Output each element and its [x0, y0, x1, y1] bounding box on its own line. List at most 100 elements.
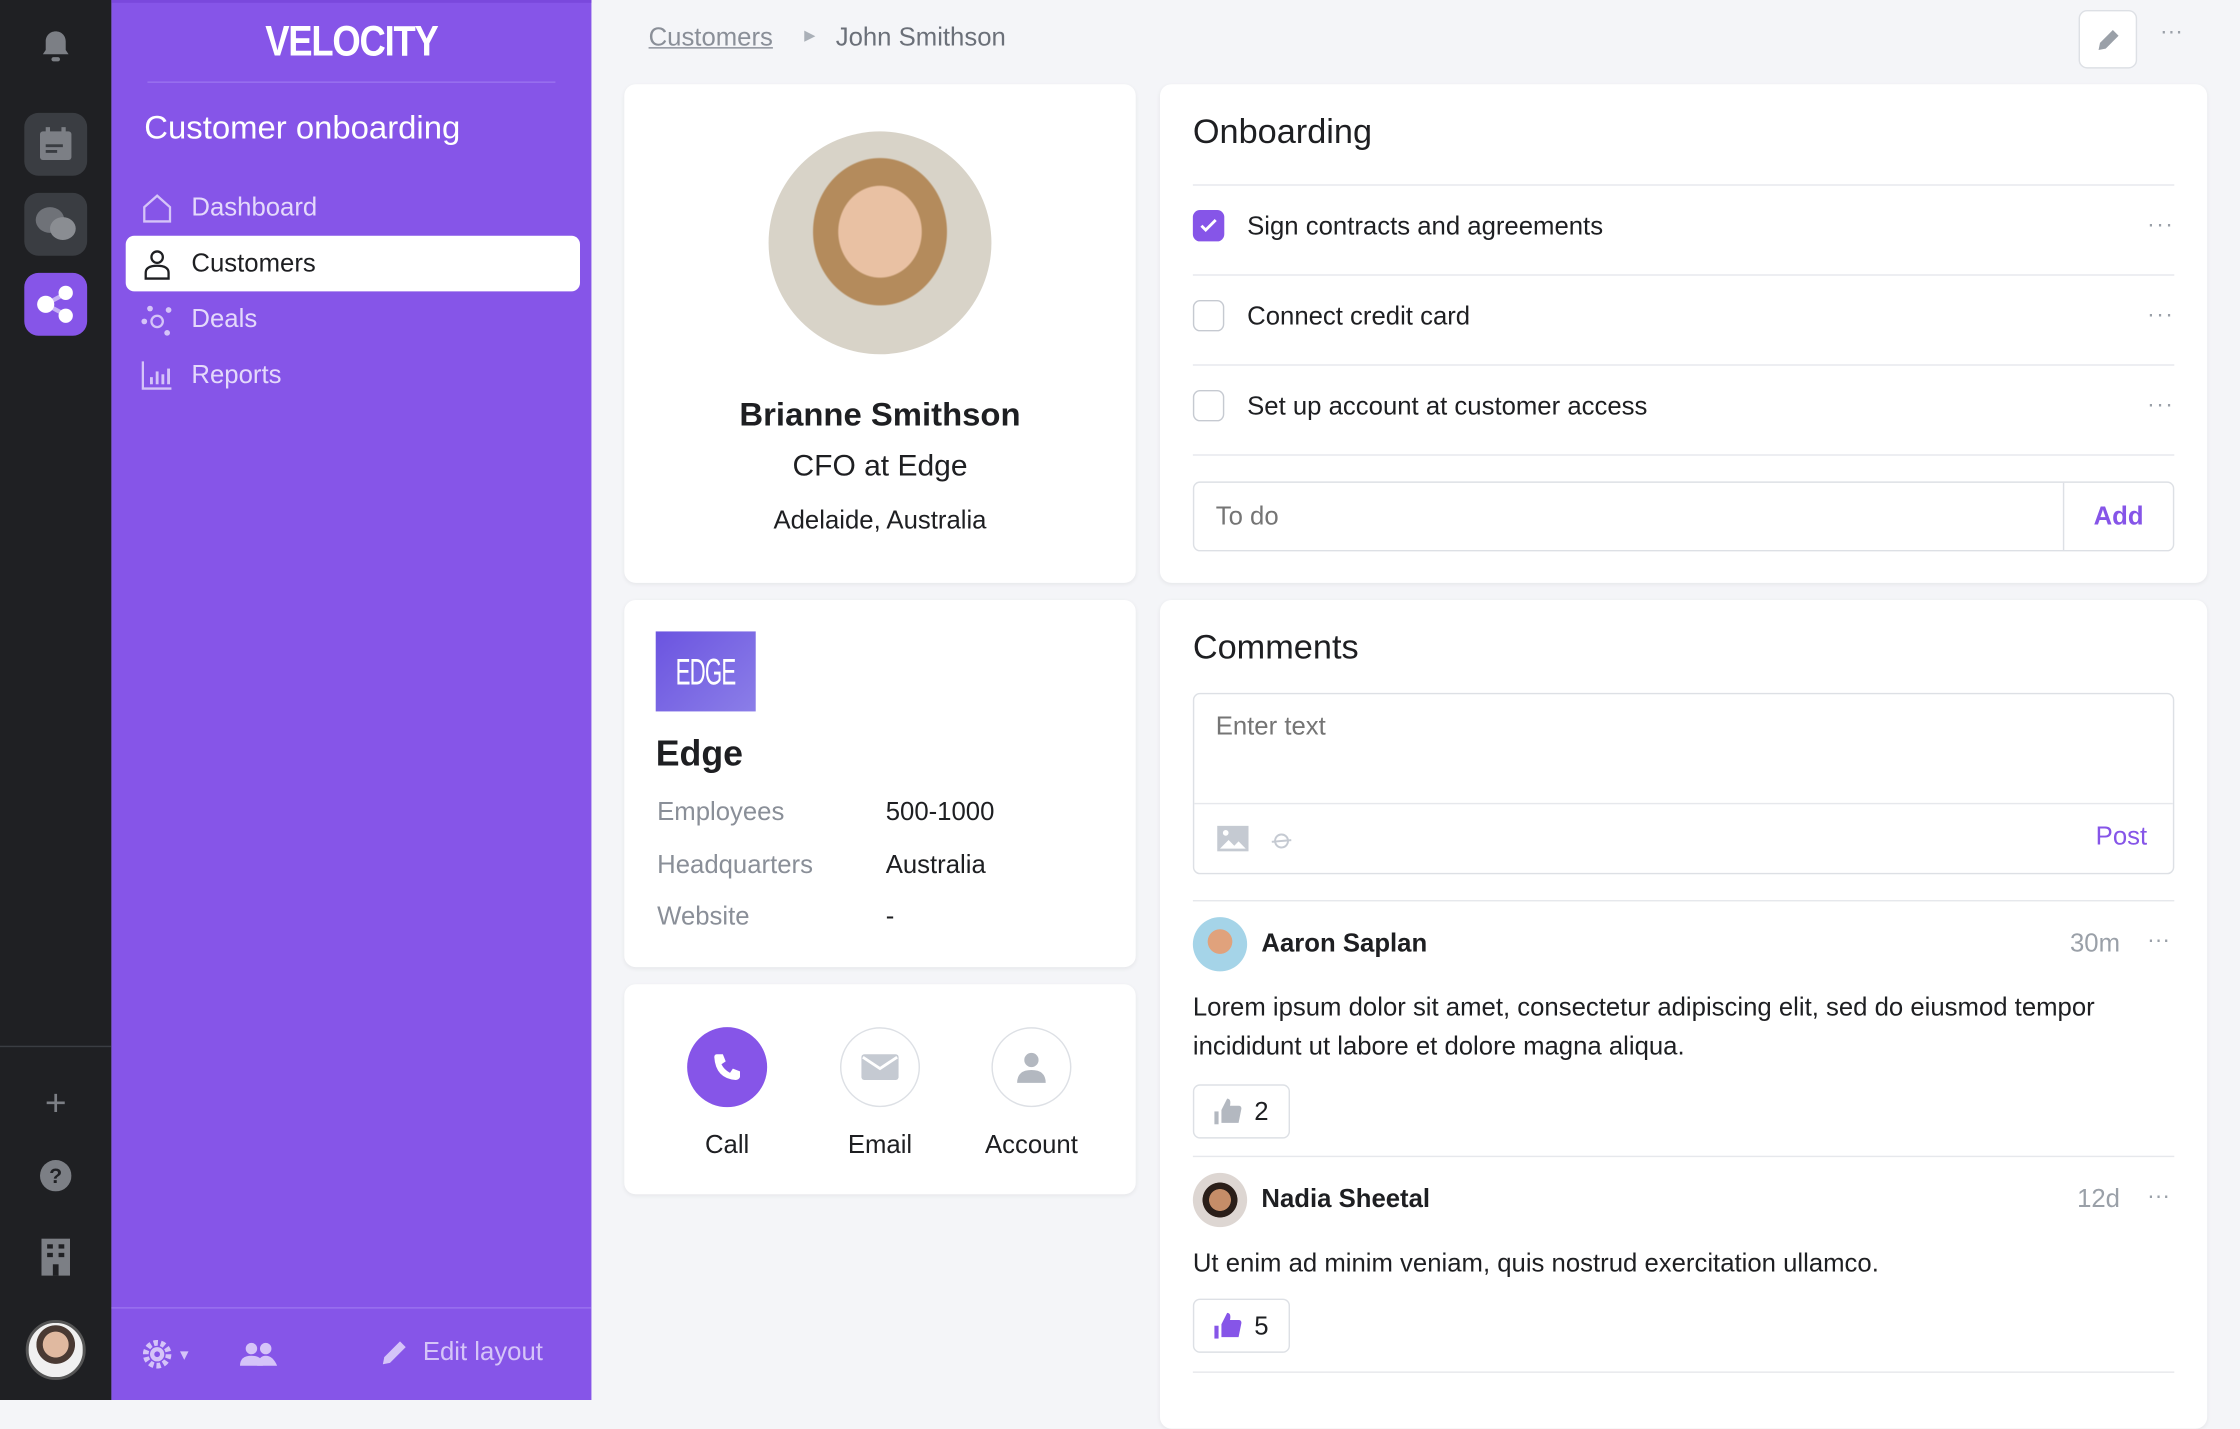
task-more-button[interactable]: ··· [2147, 213, 2174, 239]
chat-app-button[interactable] [24, 192, 88, 256]
onboarding-card: Onboarding Sign contracts and agreements… [1159, 84, 2208, 583]
sidebar-item-dashboard[interactable]: Dashboard [126, 180, 580, 236]
phone-icon [714, 1054, 740, 1080]
profile-card: Brianne Smithson CFO at Edge Adelaide, A… [624, 84, 1136, 583]
chart-icon [141, 360, 172, 389]
comment-input[interactable] [1194, 694, 2173, 803]
comment-more-button[interactable]: ··· [2147, 1184, 2170, 1210]
breadcrumb-current: John Smithson [835, 22, 1006, 52]
comment-time: 12d [2077, 1184, 2120, 1213]
comment-text: Ut enim ad minim veniam, quis nostrud ex… [1192, 1248, 1879, 1278]
thumbs-up-icon [1214, 1098, 1242, 1125]
team-button[interactable] [239, 1340, 278, 1376]
task-item: Connect credit card ··· [1192, 299, 2174, 332]
sidebar-footer: ▾ Edit layout [111, 1307, 592, 1403]
svg-text:?: ? [49, 1164, 62, 1188]
more-menu-button[interactable]: ··· [2160, 20, 2183, 46]
nav-label: Deals [191, 304, 258, 333]
nav-label: Dashboard [191, 192, 318, 222]
company-logo: EDGE [655, 631, 756, 712]
profile-photo [768, 131, 992, 355]
account-button[interactable]: Account [960, 1027, 1103, 1160]
call-label: Call [704, 1129, 750, 1159]
sidebar-item-customers[interactable]: Customers [125, 235, 580, 292]
share-app-button[interactable] [24, 272, 88, 336]
people-icon [239, 1342, 278, 1366]
breadcrumb-parent[interactable]: Customers [649, 23, 773, 53]
calendar-app-button[interactable] [24, 112, 88, 176]
settings-menu[interactable]: ▾ [142, 1340, 189, 1369]
sidebar-item-deals[interactable]: Deals [126, 291, 580, 347]
section-title: Customer onboarding [144, 108, 461, 146]
bell-icon[interactable] [0, 29, 111, 63]
task-more-button[interactable]: ··· [2147, 303, 2174, 329]
help-icon[interactable]: ? [0, 1159, 111, 1192]
company-card: EDGE Edge Employees 500-1000 Headquarters… [624, 599, 1136, 968]
calendar-icon [39, 127, 72, 160]
edit-layout-button[interactable]: Edit layout [380, 1337, 543, 1367]
field-employees: Employees 500-1000 [657, 797, 995, 826]
post-button[interactable]: Post [2096, 821, 2147, 851]
comment-composer: ⌀ Post [1192, 692, 2175, 875]
thumbs-up-icon [1214, 1312, 1242, 1339]
user-avatar[interactable] [0, 1319, 111, 1380]
comment-avatar [1192, 917, 1248, 972]
envelope-icon [861, 1054, 899, 1080]
paperclip-icon[interactable]: ⌀ [1265, 820, 1301, 858]
task-label: Connect credit card [1247, 300, 1471, 330]
comment-author: Aaron Saplan [1261, 928, 1428, 958]
nav-label: Reports [191, 359, 282, 389]
image-icon[interactable] [1217, 825, 1249, 859]
pencil-icon [2097, 29, 2118, 50]
person-icon [1017, 1052, 1046, 1083]
onboarding-title: Onboarding [1192, 112, 1373, 152]
plus-icon[interactable]: + [0, 1081, 111, 1125]
like-button[interactable]: 2 [1192, 1084, 1290, 1139]
edit-button[interactable] [2078, 9, 2138, 69]
task-more-button[interactable]: ··· [2147, 393, 2174, 419]
building-icon[interactable] [0, 1238, 111, 1276]
comments-title: Comments [1192, 628, 1359, 668]
rail-divider [0, 1045, 112, 1048]
edit-layout-label: Edit layout [422, 1337, 543, 1366]
add-task-button[interactable]: Add [2062, 482, 2173, 550]
app-rail: + ? [0, 0, 112, 1400]
task-checkbox[interactable] [1192, 209, 1225, 242]
like-button[interactable]: 5 [1192, 1298, 1290, 1353]
call-button[interactable]: Call [656, 1027, 799, 1160]
task-label: Sign contracts and agreements [1247, 210, 1604, 240]
comments-card: Comments ⌀ Post Aaron Saplan 30m ··· Lor… [1159, 599, 2208, 1429]
chevron-down-icon: ▾ [179, 1344, 189, 1365]
nav-label: Customers [191, 248, 316, 278]
comment-more-button[interactable]: ··· [2147, 929, 2170, 955]
sidebar-item-reports[interactable]: Reports [126, 347, 580, 403]
email-button[interactable]: Email [809, 1027, 952, 1160]
home-icon [143, 193, 172, 222]
todo-input-group: Add [1192, 481, 2175, 552]
comment-author: Nadia Sheetal [1261, 1184, 1431, 1213]
profile-name: Brianne Smithson [739, 395, 1021, 433]
comment-text: Lorem ipsum dolor sit amet, consectetur … [1192, 992, 2095, 1060]
breadcrumb-arrow-icon: ▶ [804, 28, 816, 45]
profile-location: Adelaide, Australia [773, 505, 987, 535]
todo-input[interactable] [1194, 482, 2063, 550]
field-website: Website - [657, 901, 895, 930]
field-headquarters: Headquarters Australia [657, 849, 986, 879]
company-name: Edge [655, 734, 744, 775]
task-checkbox[interactable] [1192, 389, 1225, 422]
task-label: Set up account at customer access [1247, 390, 1648, 420]
pencil-icon [382, 1340, 406, 1364]
customer-icon [144, 249, 170, 279]
chat-icon [35, 207, 76, 240]
comment-time: 30m [2069, 928, 2120, 958]
like-count: 5 [1254, 1310, 1269, 1340]
app-logo: VELOCITY [147, 3, 556, 83]
sidebar: VELOCITY Customer onboarding Dashboard C… [111, 0, 592, 1403]
comment-avatar [1192, 1172, 1248, 1228]
share-icon [37, 285, 73, 323]
profile-title: CFO at Edge [792, 449, 968, 483]
account-label: Account [984, 1129, 1078, 1159]
network-icon [141, 304, 172, 335]
task-item: Set up account at customer access ··· [1192, 389, 2174, 422]
task-checkbox[interactable] [1192, 299, 1225, 332]
